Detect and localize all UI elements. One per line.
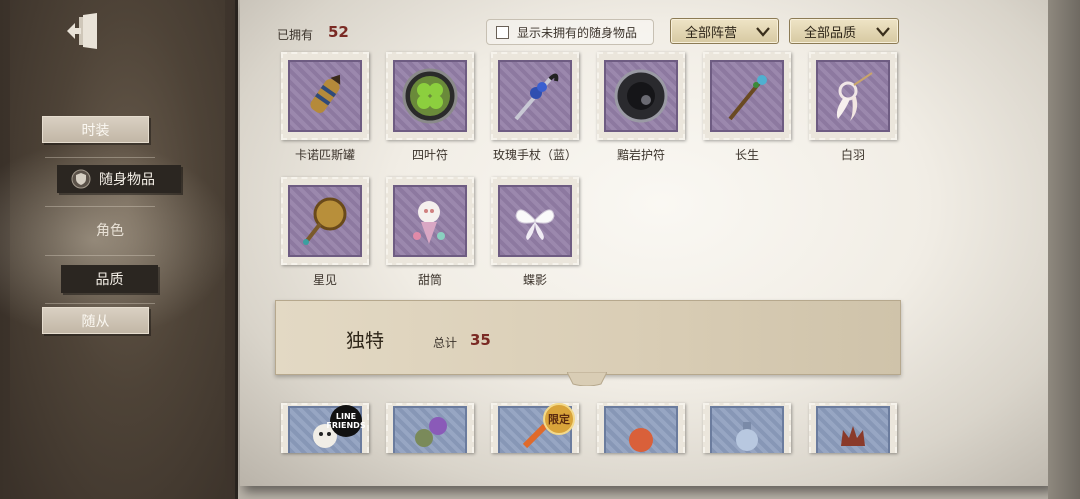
- sidebar-item-label: 时装: [81, 122, 110, 139]
- sidebar-item-label: 品质: [95, 272, 124, 288]
- sidebar-item-label: 随身物品: [99, 172, 155, 188]
- quality-filter-dropdown[interactable]: 全部品质: [789, 18, 899, 44]
- four-leaf-clover-icon: [402, 68, 458, 124]
- sidebar-item-accessories[interactable]: 随身物品: [57, 165, 181, 193]
- show-unowned-label: 显示未拥有的随身物品: [517, 25, 638, 40]
- section-total-count: 35: [470, 331, 491, 349]
- item-stamp: [386, 52, 474, 140]
- orange-item-icon: [629, 428, 653, 452]
- sidebar-item-label: 角色: [96, 222, 124, 239]
- sidebar-item-fashion[interactable]: 时装: [42, 116, 149, 143]
- butterfly-icon: [515, 209, 555, 240]
- item-stamp: [597, 52, 685, 140]
- shield-badge-icon: [71, 169, 91, 189]
- limited-badge: 限定: [543, 403, 575, 435]
- sidebar: [0, 0, 235, 499]
- faction-filter-dropdown[interactable]: 全部阵营: [670, 18, 779, 44]
- divider: [45, 157, 155, 158]
- exit-door-icon: [67, 13, 97, 49]
- line-friends-badge: LINE FRIENDS: [326, 405, 366, 437]
- item-stamp: [809, 52, 897, 140]
- divider: [45, 255, 155, 256]
- item-card[interactable]: [386, 403, 474, 453]
- show-unowned-checkbox[interactable]: [496, 25, 509, 39]
- faction-filter-value: 全部阵营: [685, 25, 738, 41]
- item-card[interactable]: 卡诺匹斯罐: [281, 52, 369, 164]
- item-stamp: [703, 403, 791, 453]
- banner-notch: [567, 372, 607, 386]
- item-stamp: [281, 177, 369, 265]
- item-stamp: [491, 177, 579, 265]
- show-unowned-toggle[interactable]: 显示未拥有的随身物品: [486, 19, 654, 45]
- item-card[interactable]: 玫瑰手杖（蓝）: [491, 52, 579, 164]
- star-mirror-icon: [303, 197, 347, 245]
- item-stamp: [809, 403, 897, 453]
- section-total-label: 总计: [433, 336, 458, 350]
- ornament-item-icon: [415, 417, 447, 447]
- sidebar-item-label: 随从: [81, 313, 110, 330]
- item-stamp: [386, 403, 474, 453]
- owned-label: 已拥有: [277, 28, 314, 42]
- item-card[interactable]: 四叶符: [386, 52, 474, 164]
- bottle-item-icon: [736, 422, 758, 451]
- item-name: 蝶影: [522, 273, 547, 287]
- chevron-down-icon: [756, 27, 770, 37]
- divider: [45, 206, 155, 207]
- item-card[interactable]: [703, 403, 791, 453]
- item-stamp: [597, 403, 685, 453]
- crown-item-icon: [841, 426, 865, 446]
- badge-text: LINE FRIENDS: [326, 412, 366, 430]
- sidebar-item-character[interactable]: 角色: [62, 217, 158, 242]
- item-card[interactable]: 蝶影: [491, 177, 579, 289]
- quality-filter-value: 全部品质: [804, 25, 857, 41]
- chevron-down-icon: [876, 27, 890, 37]
- badge-text: 限定: [548, 412, 570, 426]
- paper-edge: [1048, 0, 1080, 499]
- item-card[interactable]: 白羽: [809, 52, 897, 164]
- white-feather-icon: [836, 72, 873, 121]
- item-stamp: [703, 52, 791, 140]
- owned-count: 52: [328, 23, 349, 41]
- item-card[interactable]: 长生: [703, 52, 791, 164]
- sidebar-item-quality[interactable]: 品质: [61, 265, 158, 293]
- section-title: 独特: [346, 330, 385, 352]
- rose-cane-icon: [514, 73, 559, 121]
- canopic-jar-icon: [310, 74, 341, 113]
- item-stamp: [281, 52, 369, 140]
- exit-button[interactable]: [62, 8, 108, 54]
- item-stamp: [386, 177, 474, 265]
- item-card[interactable]: [597, 403, 685, 453]
- dark-rock-amulet-icon: [614, 69, 668, 123]
- item-card[interactable]: 黯岩护符: [597, 52, 685, 164]
- ice-cream-cone-icon: [413, 201, 445, 244]
- staff-icon: [728, 75, 767, 121]
- divider: [45, 303, 155, 304]
- sidebar-item-follower[interactable]: 随从: [42, 307, 149, 334]
- item-name: 白羽: [840, 148, 865, 162]
- item-card[interactable]: 甜筒: [386, 177, 474, 289]
- item-stamp: [491, 52, 579, 140]
- item-card[interactable]: [809, 403, 897, 453]
- item-card[interactable]: 星见: [281, 177, 369, 289]
